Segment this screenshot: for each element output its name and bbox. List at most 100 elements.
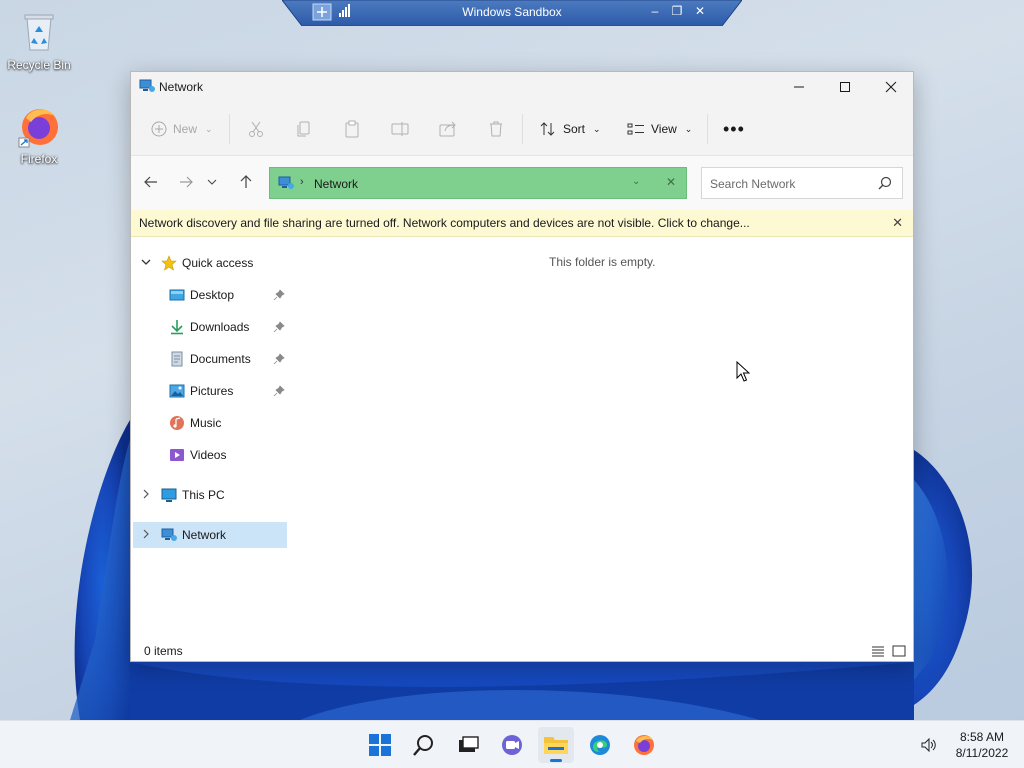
address-dropdown-icon[interactable]: ⌄ [632,176,640,187]
sidebar-item-music[interactable]: Music [133,410,287,436]
volume-icon[interactable] [920,736,938,754]
network-icon [278,176,294,190]
back-arrow-icon [144,176,157,188]
sidebar-item-this-pc[interactable]: This PC [133,482,287,508]
picture-icon [169,383,185,399]
address-location[interactable]: Network [314,177,358,191]
desktop-icon [169,287,185,303]
add-icon [151,121,167,137]
navigation-bar: › Network ⌄ ✕ Search Network [131,156,913,210]
view-icon [627,123,644,135]
rename-button[interactable] [391,116,409,142]
clear-address-icon[interactable]: ✕ [666,175,676,189]
firefox-taskbar-button[interactable] [626,727,662,763]
command-separator [229,114,230,144]
share-icon [439,121,456,137]
infobar-close-icon[interactable]: ✕ [892,215,903,231]
pin-icon[interactable] [273,353,285,365]
paste-button[interactable] [343,116,361,142]
desktop-icon-label: Recycle Bin [7,58,71,72]
file-explorer-taskbar-button[interactable] [538,727,574,763]
window-title: Network [159,80,204,94]
infobar-message[interactable]: Network discovery and file sharing are t… [139,216,750,230]
expand-chevron-icon[interactable] [141,489,151,502]
minimize-button[interactable] [776,72,822,102]
sidebar-item-label: Quick access [182,256,254,270]
command-separator [522,114,523,144]
music-icon [169,415,185,431]
command-separator [707,114,708,144]
search-input[interactable]: Search Network [710,177,795,191]
copy-icon [297,121,310,137]
maximize-icon [840,82,850,92]
close-button[interactable] [868,72,914,102]
cut-button[interactable] [247,116,265,142]
chevron-down-icon: ⌄ [684,123,693,134]
sidebar-item-desktop[interactable]: Desktop [133,282,287,308]
chevron-down-icon [207,179,217,185]
collapse-chevron-icon[interactable] [141,258,151,269]
more-options-icon[interactable]: ••• [723,116,745,142]
copy-button[interactable] [295,116,313,142]
forward-arrow-icon [180,176,193,188]
sandbox-minimize-icon[interactable]: – [646,4,664,18]
forward-button[interactable] [175,171,197,193]
navigation-pane: Quick access Desktop Downloads Documents… [131,237,291,633]
maximize-button[interactable] [822,72,868,102]
sidebar-item-label: Downloads [190,320,250,334]
chat-button[interactable] [494,727,530,763]
sidebar-item-label: This PC [182,488,225,502]
sidebar-item-videos[interactable]: Videos [133,442,287,468]
file-explorer-window[interactable]: Network New ⌄ Sort ⌄ View ⌄ ••• › Networ… [130,71,914,662]
sidebar-item-downloads[interactable]: Downloads [133,314,287,340]
sidebar-item-label: Videos [190,448,227,462]
sandbox-restore-icon[interactable]: ❐ [668,4,686,18]
search-icon[interactable] [878,176,892,190]
taskbar: 8:58 AM 8/11/2022 [0,720,1024,768]
document-icon [169,351,185,367]
pin-icon[interactable] [273,385,285,397]
sort-label: Sort [563,122,586,136]
desktop-icon-firefox[interactable]: Firefox [1,104,77,166]
empty-folder-message: This folder is empty. [549,255,656,269]
recent-locations-button[interactable] [206,171,218,193]
expand-chevron-icon[interactable] [141,529,151,542]
network-icon [161,527,177,543]
share-button[interactable] [439,116,457,142]
new-button[interactable]: New ⌄ [151,116,213,142]
sandbox-close-icon[interactable]: ✕ [691,4,709,18]
cut-icon [249,121,263,137]
delete-button[interactable] [487,116,505,142]
search-button[interactable] [406,727,442,763]
desktop-icon-recycle-bin[interactable]: Recycle Bin [1,10,77,72]
pin-icon[interactable] [273,321,285,333]
sidebar-item-documents[interactable]: Documents [133,346,287,372]
chat-icon [502,735,522,755]
sidebar-item-pictures[interactable]: Pictures [133,378,287,404]
minimize-icon [794,86,804,88]
system-clock[interactable]: 8:58 AM 8/11/2022 [946,729,1018,761]
network-discovery-infobar[interactable]: Network discovery and file sharing are t… [131,210,913,237]
address-bar[interactable]: › Network ⌄ ✕ [269,167,687,199]
sidebar-item-quick-access[interactable]: Quick access [133,250,287,276]
start-button[interactable] [362,727,398,763]
sort-button[interactable]: Sort ⌄ [539,116,601,142]
search-box[interactable]: Search Network [701,167,903,199]
chevron-down-icon: ⌄ [593,123,601,134]
sandbox-title-bar[interactable]: Windows Sandbox – ❐ ✕ [282,0,742,26]
up-button[interactable] [235,171,257,193]
active-app-indicator [550,759,562,762]
view-button[interactable]: View ⌄ [627,116,692,142]
task-view-button[interactable] [450,727,486,763]
back-button[interactable] [140,171,162,193]
edge-button[interactable] [582,727,618,763]
pin-icon[interactable] [273,289,285,301]
details-view-icon[interactable] [870,643,886,659]
window-title-bar[interactable]: Network [131,72,913,102]
clock-time: 8:58 AM [959,730,1005,744]
sidebar-item-network[interactable]: Network [133,522,287,548]
large-icons-view-icon[interactable] [891,643,907,659]
search-icon [413,735,433,756]
up-arrow-icon [240,175,252,188]
sidebar-item-label: Desktop [190,288,235,302]
